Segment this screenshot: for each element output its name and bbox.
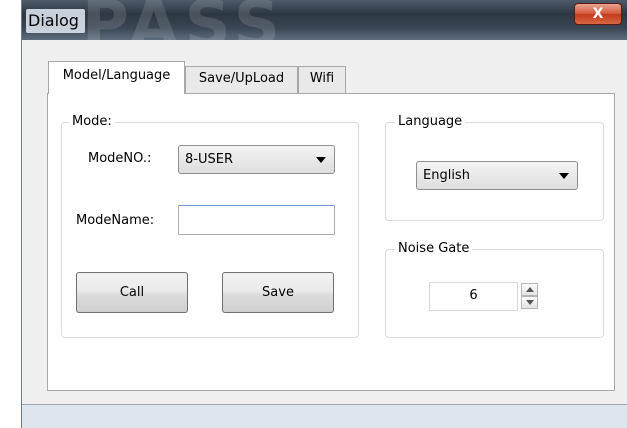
modeno-dropdown[interactable]: 8-USER [178,145,335,174]
call-button[interactable]: Call [76,272,188,313]
spin-up-button[interactable] [521,283,538,296]
modeno-label: ModeNO.: [88,151,152,166]
language-group-legend: Language [395,114,466,129]
noise-gate-group-legend: Noise Gate [395,241,473,256]
save-button-label: Save [262,285,294,300]
modename-input[interactable] [178,205,335,235]
noise-gate-value-field[interactable]: 6 [429,282,518,311]
dialog-window: PASS Dialog X Model/Language Save/UpLoad… [21,0,627,428]
chevron-down-icon [316,157,326,163]
tab-label: Save/UpLoad [198,71,285,86]
mode-group-legend: Mode: [69,114,115,129]
tab-wifi[interactable]: Wifi [298,66,346,93]
window-title: Dialog [26,9,85,33]
chevron-down-icon [559,173,569,179]
close-icon: X [592,6,604,22]
language-dropdown[interactable]: English [416,161,578,190]
title-bar-background-text: PASS [82,0,286,40]
tab-label: Wifi [309,71,335,86]
modename-label: ModeName: [76,213,155,228]
save-button[interactable]: Save [222,272,334,313]
arrow-down-icon [526,300,534,305]
title-bar[interactable]: PASS Dialog X [22,0,627,40]
tab-label: Model/Language [62,68,171,83]
tab-model-language[interactable]: Model/Language [48,61,185,94]
tab-panel-model-language: Mode: ModeNO.: 8-USER ModeName: Call Sav… [47,93,615,391]
call-button-label: Call [119,285,145,300]
close-button[interactable]: X [574,3,622,25]
spin-down-button[interactable] [521,296,538,309]
language-value: English [423,168,470,183]
tab-save-upload[interactable]: Save/UpLoad [185,66,298,93]
window-bottom-frame [22,404,627,428]
arrow-up-icon [526,287,534,292]
modeno-value: 8-USER [185,152,233,167]
